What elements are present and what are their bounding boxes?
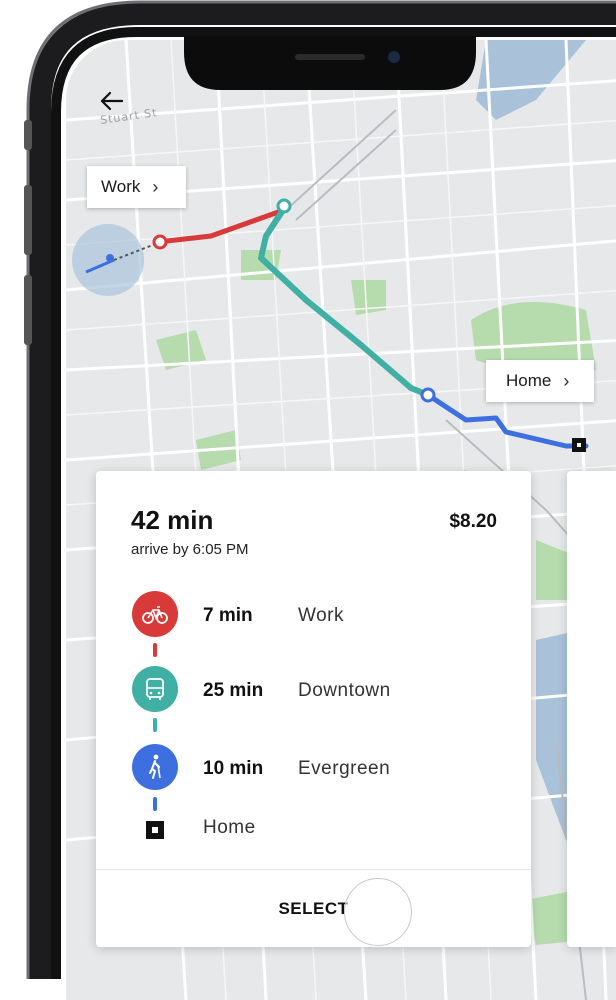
bike-start-marker <box>152 234 168 250</box>
walking-icon <box>149 754 161 779</box>
arrival-time: arrive by 6:05 PM <box>131 541 249 558</box>
bike-step-icon <box>132 591 178 637</box>
phone-screen: Stuart St Work › Home › 42 min $8.20 arr… <box>0 0 616 1000</box>
trip-duration: 42 min <box>131 505 214 535</box>
volume-button <box>24 185 32 255</box>
bike-connector <box>153 643 157 657</box>
select-button[interactable]: SELECT <box>96 870 531 947</box>
step-time: 10 min <box>203 758 264 779</box>
destination-square-icon <box>146 821 164 839</box>
step-place: Downtown <box>298 680 391 701</box>
step-time: 7 min <box>203 605 253 626</box>
work-pill-label: Work <box>101 177 141 196</box>
destination-label: Home <box>203 817 256 838</box>
mute-switch <box>24 120 32 150</box>
step-time: 25 min <box>203 680 264 701</box>
bus-connector <box>153 718 157 732</box>
bus-icon <box>146 678 164 700</box>
transit-route <box>258 205 431 398</box>
chevron-right-icon: › <box>152 176 159 197</box>
transit-start-marker <box>276 198 292 214</box>
walk-step-icon <box>132 744 178 790</box>
work-location-pill[interactable]: Work › <box>87 166 186 208</box>
walk-start-marker <box>420 387 436 403</box>
step-place: Work <box>298 605 344 626</box>
bicycle-icon <box>142 606 168 624</box>
trip-price: $8.20 <box>449 511 497 532</box>
home-pill-label: Home <box>506 371 552 390</box>
trip-option-card[interactable]: 42 min $8.20 arrive by 6:05 PM 7 min Wor… <box>96 471 531 947</box>
bus-step-icon <box>132 666 178 712</box>
chevron-right-icon: › <box>563 370 570 391</box>
touch-indicator <box>344 878 412 946</box>
home-location-pill[interactable]: Home › <box>486 360 594 402</box>
next-trip-card[interactable] <box>567 471 616 947</box>
volume-button <box>24 275 32 345</box>
step-place: Evergreen <box>298 758 391 779</box>
walk-connector <box>153 797 157 811</box>
